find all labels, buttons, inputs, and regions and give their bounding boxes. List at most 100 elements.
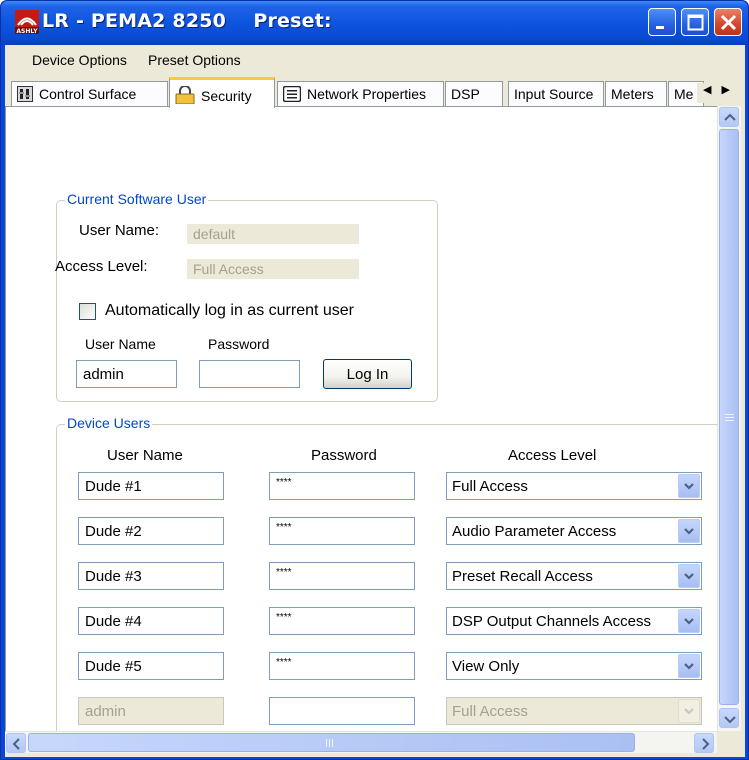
maximize-icon bbox=[687, 14, 704, 31]
device-user-name-input[interactable]: Dude #5 bbox=[78, 652, 224, 680]
dropdown-button[interactable] bbox=[678, 474, 700, 498]
tab-strip: Control Surface Security Network Propert… bbox=[5, 77, 745, 108]
access-level-label: Access Level: bbox=[55, 258, 148, 275]
device-user-password-input[interactable] bbox=[269, 697, 415, 725]
chevron-down-icon bbox=[684, 573, 694, 580]
menu-device-options[interactable]: Device Options bbox=[32, 52, 127, 68]
current-user-name-value: default bbox=[187, 224, 359, 244]
login-password-input[interactable] bbox=[199, 360, 300, 388]
lock-icon bbox=[175, 85, 195, 107]
current-access-level-value: Full Access bbox=[187, 259, 359, 279]
tab-label: Control Surface bbox=[39, 86, 137, 102]
maximize-button[interactable] bbox=[681, 8, 709, 36]
menu-bar: Device Options Preset Options bbox=[5, 45, 745, 75]
chevron-down-icon bbox=[684, 663, 694, 670]
col-header-password: Password bbox=[311, 447, 377, 464]
access-level-value: Full Access bbox=[452, 703, 528, 720]
tab-input-source[interactable]: Input Source bbox=[508, 81, 604, 107]
auto-login-label: Automatically log in as current user bbox=[105, 302, 354, 319]
tab-network-properties[interactable]: Network Properties bbox=[277, 81, 444, 107]
device-user-access-select[interactable]: Audio Parameter Access bbox=[446, 517, 702, 545]
control-surface-icon bbox=[17, 86, 33, 105]
scroll-down-button[interactable] bbox=[719, 708, 739, 728]
ashly-logo-icon: ASHLY bbox=[15, 10, 39, 34]
access-level-value: View Only bbox=[452, 658, 520, 675]
menu-preset-options[interactable]: Preset Options bbox=[148, 52, 241, 68]
dropdown-button bbox=[678, 699, 700, 723]
tab-scroll-left-icon[interactable]: ◀ bbox=[703, 83, 711, 103]
tab-label: DSP bbox=[451, 86, 480, 102]
vertical-scroll-thumb[interactable] bbox=[719, 129, 739, 705]
device-user-password-input[interactable]: **** bbox=[269, 517, 415, 545]
horizontal-scroll-thumb[interactable] bbox=[28, 733, 635, 752]
app-window: ASHLY LR - PEMA2 8250 Preset: Device Opt… bbox=[0, 0, 749, 760]
scroll-right-button[interactable] bbox=[694, 733, 714, 753]
device-user-name-input[interactable]: Dude #2 bbox=[78, 517, 224, 545]
tab-label: Meters bbox=[611, 86, 654, 102]
chevron-right-icon bbox=[702, 738, 710, 750]
access-level-value: Audio Parameter Access bbox=[452, 523, 617, 540]
tab-label: Network Properties bbox=[307, 86, 427, 102]
client-area: Device Options Preset Options Control Su… bbox=[5, 45, 745, 757]
access-level-value: DSP Output Channels Access bbox=[452, 613, 651, 630]
log-in-button[interactable]: Log In bbox=[323, 359, 412, 389]
chevron-down-icon bbox=[684, 483, 694, 490]
title-bar[interactable]: ASHLY LR - PEMA2 8250 Preset: bbox=[1, 1, 748, 45]
tab-meters[interactable]: Meters bbox=[605, 81, 667, 107]
device-user-access-select[interactable]: Full Access bbox=[446, 472, 702, 500]
window-title: LR - PEMA2 8250 Preset: bbox=[42, 10, 332, 32]
device-user-access-select[interactable]: DSP Output Channels Access bbox=[446, 607, 702, 635]
chevron-down-icon bbox=[684, 528, 694, 535]
tab-dsp[interactable]: DSP bbox=[445, 81, 503, 107]
device-user-name-input[interactable]: Dude #3 bbox=[78, 562, 224, 590]
vertical-scrollbar[interactable] bbox=[717, 106, 741, 731]
device-user-access-select[interactable]: View Only bbox=[446, 652, 702, 680]
tab-scroll-buttons: ◀ ▶ bbox=[697, 83, 741, 103]
chevron-left-icon bbox=[12, 738, 20, 750]
device-user-name-input[interactable]: Dude #4 bbox=[78, 607, 224, 635]
group-label: Device Users bbox=[65, 415, 153, 431]
chevron-down-icon bbox=[724, 716, 736, 724]
horizontal-scrollbar[interactable] bbox=[5, 731, 717, 753]
group-label: Current Software User bbox=[65, 191, 209, 207]
scrollbar-corner bbox=[717, 731, 741, 753]
chevron-down-icon bbox=[684, 708, 694, 715]
device-user-name-input[interactable]: Dude #1 bbox=[78, 472, 224, 500]
user-name-label: User Name: bbox=[79, 222, 160, 239]
access-level-value: Full Access bbox=[452, 478, 528, 495]
tab-control-surface[interactable]: Control Surface bbox=[11, 81, 168, 107]
svg-text:ASHLY: ASHLY bbox=[16, 28, 38, 34]
col-header-user-name: User Name bbox=[107, 447, 183, 464]
tab-security[interactable]: Security bbox=[169, 77, 275, 108]
close-button[interactable] bbox=[714, 8, 742, 36]
dropdown-button[interactable] bbox=[678, 609, 700, 633]
chevron-down-icon bbox=[684, 618, 694, 625]
device-user-access-select: Full Access bbox=[446, 697, 702, 725]
tab-label: Security bbox=[201, 88, 252, 104]
device-user-password-input[interactable]: **** bbox=[269, 607, 415, 635]
auto-login-checkbox[interactable] bbox=[79, 303, 96, 320]
tab-label: Me bbox=[674, 86, 694, 102]
device-user-password-input[interactable]: **** bbox=[269, 562, 415, 590]
network-icon bbox=[282, 85, 302, 105]
close-icon bbox=[720, 14, 737, 31]
dropdown-button[interactable] bbox=[678, 519, 700, 543]
login-user-name-input[interactable]: admin bbox=[76, 360, 177, 388]
minimize-button[interactable] bbox=[648, 8, 676, 36]
tab-label: Input Source bbox=[514, 86, 594, 102]
login-password-label: Password bbox=[208, 336, 270, 352]
device-user-access-select[interactable]: Preset Recall Access bbox=[446, 562, 702, 590]
col-header-access-level: Access Level bbox=[508, 447, 597, 464]
security-page: Current Software User User Name: default… bbox=[5, 106, 717, 731]
device-user-name-input: admin bbox=[78, 697, 224, 725]
device-user-password-input[interactable]: **** bbox=[269, 652, 415, 680]
device-user-password-input[interactable]: **** bbox=[269, 472, 415, 500]
scroll-up-button[interactable] bbox=[719, 107, 739, 127]
dropdown-button[interactable] bbox=[678, 564, 700, 588]
chevron-up-icon bbox=[724, 113, 736, 121]
dropdown-button[interactable] bbox=[678, 654, 700, 678]
access-level-value: Preset Recall Access bbox=[452, 568, 593, 585]
login-user-name-label: User Name bbox=[85, 336, 156, 352]
scroll-left-button[interactable] bbox=[6, 733, 26, 753]
tab-scroll-right-icon[interactable]: ▶ bbox=[721, 83, 729, 103]
